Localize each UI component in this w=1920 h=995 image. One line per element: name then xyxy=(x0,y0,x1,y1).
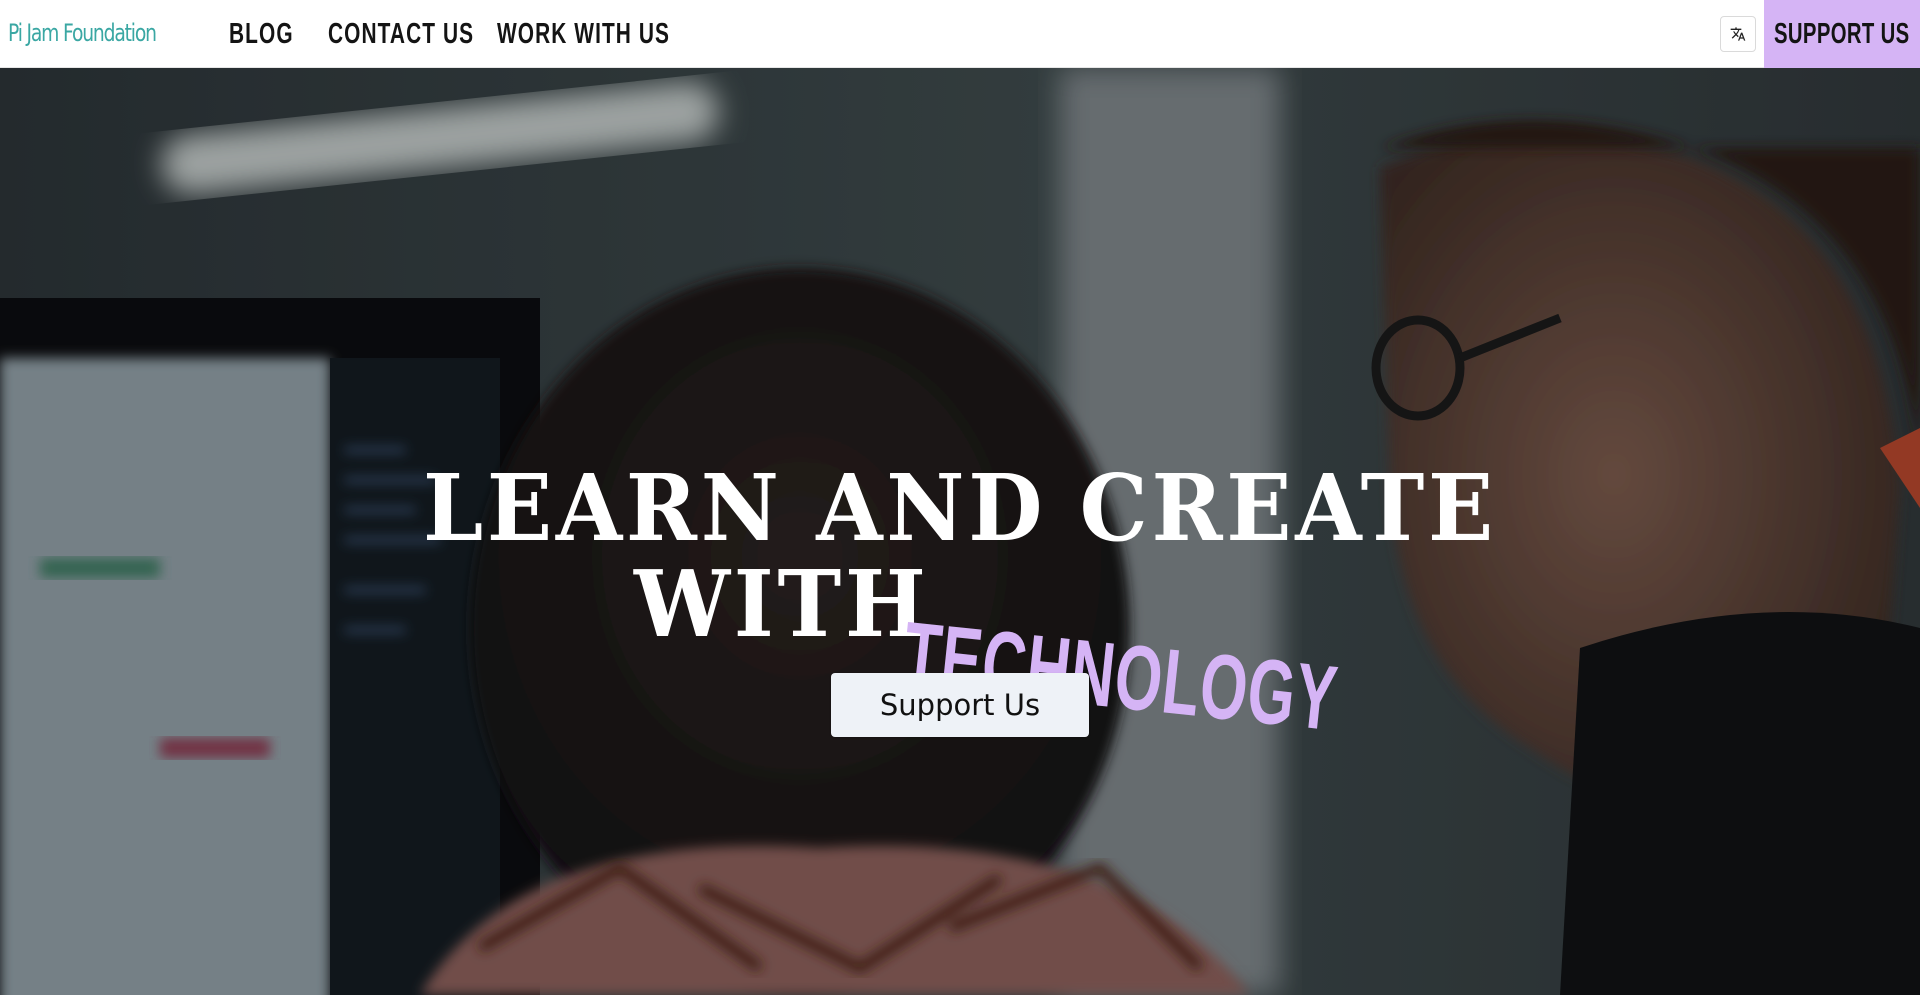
translate-icon xyxy=(1730,27,1746,41)
nav-contact-link[interactable]: CONTACT US xyxy=(328,18,474,51)
support-us-nav-button[interactable]: SUPPORT US xyxy=(1764,0,1920,68)
logo-text: Pi Jam Foundation xyxy=(8,19,157,47)
logo-link[interactable]: Pi Jam Foundation xyxy=(6,10,181,56)
hero-support-us-button[interactable]: Support Us xyxy=(831,673,1089,737)
translate-button[interactable] xyxy=(1720,16,1756,52)
nav-work-with-us-link[interactable]: WORK WITH US xyxy=(497,18,670,51)
nav-blog-link[interactable]: BLOG xyxy=(229,18,294,51)
headline-with: WITH xyxy=(634,550,930,658)
headline-line-1: LEARN AND CREATE xyxy=(423,454,1497,562)
hero-section: LEARN AND CREATE WITH TECHNOLOGY Support… xyxy=(0,68,1920,995)
support-us-nav-label: SUPPORT US xyxy=(1774,17,1910,50)
top-navbar: Pi Jam Foundation BLOG CONTACT US WORK W… xyxy=(0,0,1920,68)
